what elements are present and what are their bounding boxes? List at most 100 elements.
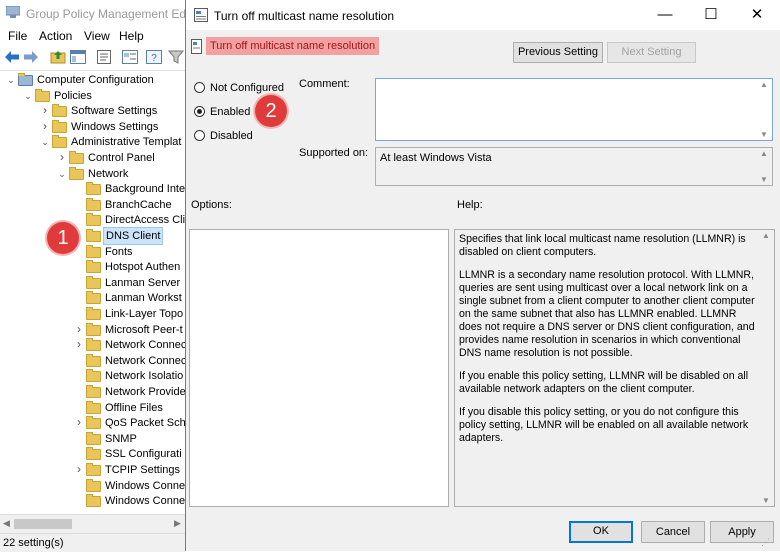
next-setting-button[interactable]: Next Setting (607, 42, 696, 63)
scroll-right-icon[interactable]: ▶ (174, 518, 181, 529)
properties-icon[interactable] (96, 50, 112, 64)
folder-icon (86, 213, 101, 227)
expanded-chevron-icon[interactable]: ⌄ (23, 88, 33, 104)
gpme-tree: ⌄ Computer Configuration ⌄ Policies › Softwar… (0, 72, 186, 512)
dialog-title: Turn off multicast name resolution (214, 9, 395, 23)
tree-node-label: Control Panel (88, 152, 155, 164)
policy-name-header: Turn off multicast name resolution (206, 37, 380, 55)
gpme-toolbar: ? (0, 46, 186, 71)
folder-icon (86, 400, 101, 414)
gpme-statusbar: 22 setting(s) (0, 533, 186, 552)
folder-icon (86, 291, 101, 305)
collapsed-chevron-icon[interactable]: › (40, 102, 50, 118)
tree-node-label: Lanman Server (105, 276, 181, 289)
radio-circle-checked[interactable] (194, 106, 205, 117)
tree-node-label: TCPIP Settings (105, 464, 180, 476)
help-scrollbar[interactable]: ▲ ▼ (759, 230, 774, 506)
export-list-icon[interactable] (122, 50, 138, 64)
help-label: Help: (457, 199, 483, 211)
scroll-up-icon[interactable]: ▲ (762, 231, 770, 240)
folder-icon (52, 119, 67, 133)
gpme-title: Group Policy Management Editor (26, 7, 203, 21)
gpme-menubar: File Action View Help (0, 26, 186, 46)
tree-node-label: Link-Layer Topo (105, 308, 184, 320)
scroll-down-icon[interactable]: ▼ (762, 496, 770, 505)
folder-icon (86, 353, 101, 367)
help-text: Specifies that link local multicast name… (459, 233, 759, 455)
comment-textarea[interactable]: ▲ ▼ (375, 78, 773, 141)
tree-node-label: Background Inte (105, 183, 186, 196)
folder-icon (86, 431, 101, 445)
scroll-down-icon[interactable]: ▼ (760, 175, 768, 184)
scroll-down-icon[interactable]: ▼ (760, 130, 768, 139)
folder-icon (86, 197, 101, 211)
folder-icon (86, 494, 101, 508)
help-icon[interactable]: ? (146, 50, 162, 64)
filter-icon[interactable] (168, 50, 184, 64)
tree-node-label: QoS Packet Sche (105, 417, 186, 430)
show-hide-tree-icon[interactable] (70, 50, 86, 64)
folder-icon (86, 275, 101, 289)
policy-header-icon (191, 39, 202, 54)
tree-node-label: SNMP (105, 432, 137, 445)
options-label: Options: (191, 199, 232, 211)
resize-grip-icon[interactable]: ⋰ (761, 537, 770, 548)
tree-node-label: Windows Conne (105, 495, 186, 508)
menu-file[interactable]: File (8, 29, 27, 43)
scroll-thumb[interactable] (14, 519, 72, 529)
collapsed-chevron-icon[interactable]: › (40, 118, 50, 134)
forward-arrow-icon[interactable] (24, 51, 38, 63)
tree-node-label: DNS Client (103, 227, 164, 245)
collapsed-chevron-icon[interactable]: › (74, 321, 84, 337)
tree-node-label: Network Connec (105, 354, 186, 367)
tree-node-label: Network Isolatio (105, 370, 184, 383)
comment-label: Comment: (299, 78, 350, 90)
gpme-app-icon (6, 6, 20, 18)
up-folder-icon[interactable] (50, 50, 66, 64)
supported-on-value: At least Windows Vista (380, 152, 492, 164)
menu-help[interactable]: Help (119, 29, 144, 43)
folder-icon (69, 166, 84, 180)
step-2-badge: 2 (255, 95, 287, 127)
gpme-window: Group Policy Management Editor File Acti… (0, 0, 203, 552)
expanded-chevron-icon[interactable]: ⌄ (6, 72, 16, 88)
menu-action[interactable]: Action (39, 29, 72, 43)
supported-scrollbar[interactable]: ▲ ▼ (757, 148, 772, 185)
collapsed-chevron-icon[interactable]: › (74, 461, 84, 477)
minimize-icon[interactable]: — (642, 0, 688, 30)
scroll-left-icon[interactable]: ◀ (3, 518, 10, 529)
policy-setting-icon (194, 8, 208, 22)
radio-label: Not Configured (210, 82, 284, 94)
previous-setting-button[interactable]: Previous Setting (513, 42, 603, 63)
collapsed-chevron-icon[interactable]: › (74, 336, 84, 352)
help-paragraph: LLMNR is a secondary name resolution pro… (459, 269, 755, 359)
collapsed-chevron-icon[interactable]: › (74, 414, 84, 430)
scroll-up-icon[interactable]: ▲ (760, 149, 768, 158)
folder-icon (86, 463, 101, 476)
radio-label: Disabled (210, 130, 253, 142)
folder-icon (52, 135, 67, 149)
help-paragraph: If you enable this policy setting, LLMNR… (459, 370, 749, 395)
radio-label: Enabled (210, 106, 251, 118)
menu-view[interactable]: View (84, 29, 110, 43)
tree-node-label: Lanman Workst (105, 292, 182, 305)
policy-dialog: Turn off multicast name resolution — ☐ ✕… (185, 0, 780, 551)
expanded-chevron-icon[interactable]: ⌄ (40, 134, 50, 150)
scroll-up-icon[interactable]: ▲ (760, 80, 768, 89)
maximize-icon[interactable]: ☐ (688, 0, 734, 30)
comment-scrollbar[interactable]: ▲ ▼ (757, 79, 772, 140)
close-icon[interactable]: ✕ (734, 0, 780, 30)
expanded-chevron-icon[interactable]: ⌄ (57, 166, 67, 182)
radio-circle[interactable] (194, 82, 205, 93)
tree-horizontal-scrollbar[interactable]: ◀ ▶ (0, 514, 186, 533)
radio-circle[interactable] (194, 130, 205, 141)
tree-node-label: Hotspot Authen (105, 261, 181, 274)
folder-icon (86, 369, 101, 383)
tree-node-label: Network (88, 167, 129, 180)
back-arrow-icon[interactable] (5, 51, 19, 63)
folder-icon (86, 338, 101, 352)
cancel-button[interactable]: Cancel (641, 521, 705, 543)
ok-button[interactable]: OK (569, 521, 633, 543)
collapsed-chevron-icon[interactable]: › (57, 149, 67, 165)
folder-icon (86, 307, 101, 320)
